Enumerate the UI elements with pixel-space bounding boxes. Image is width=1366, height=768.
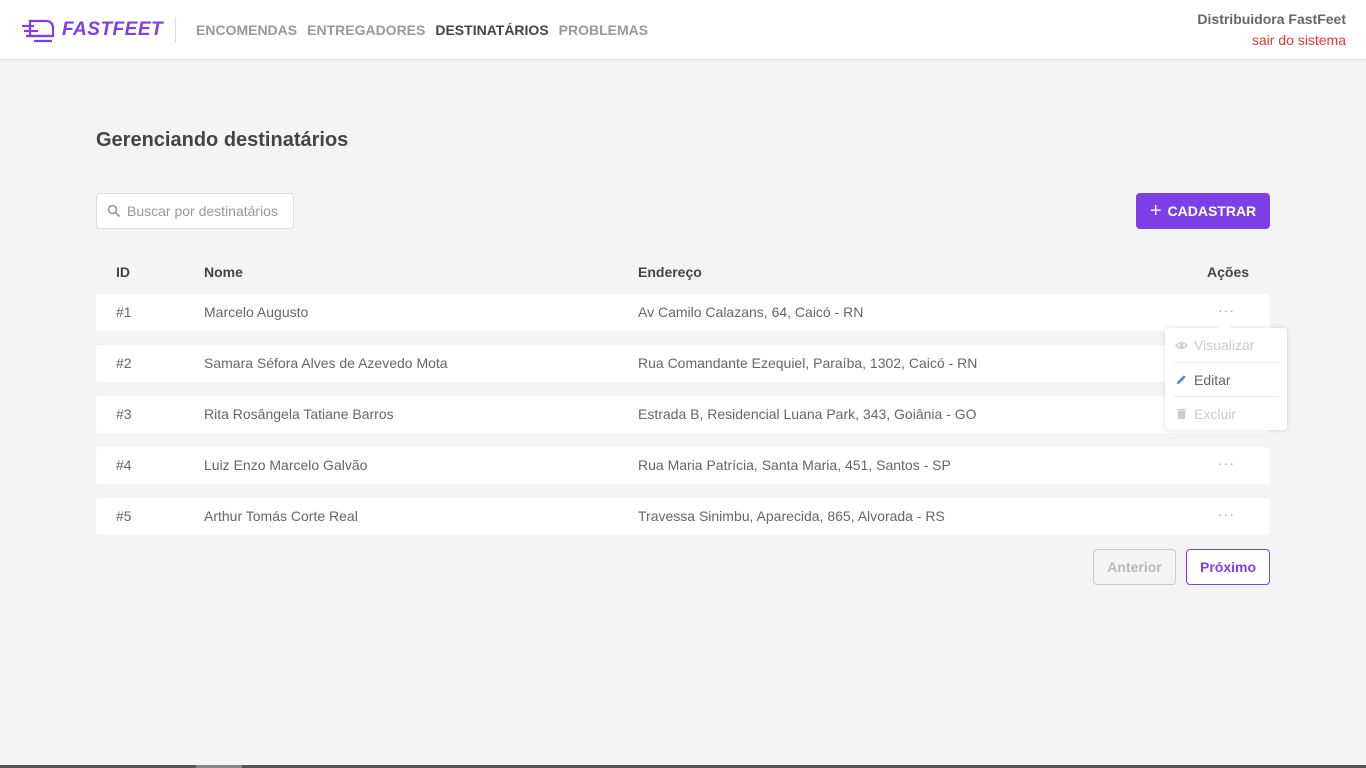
menu-item-label: Editar	[1194, 371, 1231, 388]
nav-entregadores[interactable]: ENTREGADORES	[307, 22, 425, 38]
nav-destinatarios[interactable]: DESTINATÁRIOS	[435, 22, 548, 38]
table-row: #3 Rita Rosângela Tatiane Barros Estrada…	[96, 396, 1270, 433]
logout-link[interactable]: sair do sistema	[1197, 32, 1346, 48]
search-icon	[107, 204, 121, 218]
user-name: Distribuidora FastFeet	[1197, 11, 1346, 27]
more-actions-icon[interactable]: ···	[1218, 455, 1235, 471]
menu-item-edit[interactable]: Editar	[1173, 362, 1279, 396]
fastfeet-logo[interactable]: FASTFEET	[20, 16, 163, 44]
pencil-icon	[1176, 375, 1186, 385]
plus-icon: +	[1149, 200, 1162, 222]
header-divider	[175, 17, 176, 43]
search-box[interactable]	[96, 193, 294, 229]
header-name: Nome	[204, 264, 243, 280]
truck-speed-icon	[22, 19, 55, 43]
nav-encomendas[interactable]: ENCOMENDAS	[196, 22, 297, 38]
cell-address: Rua Maria Patrícia, Santa Maria, 451, Sa…	[638, 457, 951, 473]
cell-id: #4	[116, 457, 132, 473]
header-address: Endereço	[638, 264, 702, 280]
cell-address: Travessa Sinimbu, Aparecida, 865, Alvora…	[638, 508, 945, 524]
cell-address: Estrada B, Residencial Luana Park, 343, …	[638, 406, 977, 422]
search-input[interactable]	[127, 203, 287, 219]
cell-id: #5	[116, 508, 132, 524]
cell-name: Luiz Enzo Marcelo Galvão	[204, 457, 368, 473]
menu-item-label: Excluir	[1194, 405, 1237, 422]
add-button-label: CADASTRAR	[1167, 203, 1257, 219]
cell-id: #3	[116, 406, 132, 422]
menu-item-label: Visualizar	[1194, 337, 1255, 353]
cell-name: Samara Séfora Alves de Azevedo Mota	[204, 355, 448, 371]
cell-name: Marcelo Augusto	[204, 304, 309, 320]
logo-text: FASTFEET	[62, 19, 164, 40]
add-recipient-button[interactable]: + CADASTRAR	[1136, 193, 1270, 229]
top-header: FASTFEET ENCOMENDAS ENTREGADORES DESTINA…	[0, 0, 1366, 60]
header-actions: Ações	[1207, 264, 1250, 280]
table-row: #1 Marcelo Augusto Av Camilo Calazans, 6…	[96, 294, 1270, 331]
cell-id: #2	[116, 355, 132, 371]
cell-name: Arthur Tomás Corte Real	[204, 508, 358, 524]
cell-address: Rua Comandante Ezequiel, Paraíba, 1302, …	[638, 355, 978, 371]
table-row: #5 Arthur Tomás Corte Real Travessa Sini…	[96, 498, 1270, 535]
nav-problemas[interactable]: PROBLEMAS	[559, 22, 648, 38]
cell-id: #1	[116, 304, 132, 320]
cell-name: Rita Rosângela Tatiane Barros	[204, 406, 394, 422]
previous-page-button[interactable]: Anterior	[1093, 549, 1176, 585]
actions-dropdown: Visualizar Editar Excluir	[1165, 322, 1287, 430]
page-title: Gerenciando destinatários	[96, 129, 349, 151]
table-row: #4 Luiz Enzo Marcelo Galvão Rua Maria Pa…	[96, 447, 1270, 484]
header-id: ID	[116, 264, 130, 280]
menu-item-view[interactable]: Visualizar	[1173, 328, 1279, 362]
trash-icon	[1176, 408, 1187, 420]
cell-address: Av Camilo Calazans, 64, Caicó - RN	[638, 304, 864, 320]
menu-item-delete[interactable]: Excluir	[1173, 396, 1279, 430]
eye-icon	[1175, 341, 1188, 349]
more-actions-icon[interactable]: ···	[1218, 302, 1235, 318]
more-actions-icon[interactable]: ···	[1218, 506, 1235, 522]
next-page-button[interactable]: Próximo	[1186, 549, 1270, 585]
user-panel: Distribuidora FastFeet sair do sistema	[1197, 11, 1346, 48]
main-nav: ENCOMENDAS ENTREGADORES DESTINATÁRIOS PR…	[196, 22, 648, 38]
table-row: #2 Samara Séfora Alves de Azevedo Mota R…	[96, 345, 1270, 382]
